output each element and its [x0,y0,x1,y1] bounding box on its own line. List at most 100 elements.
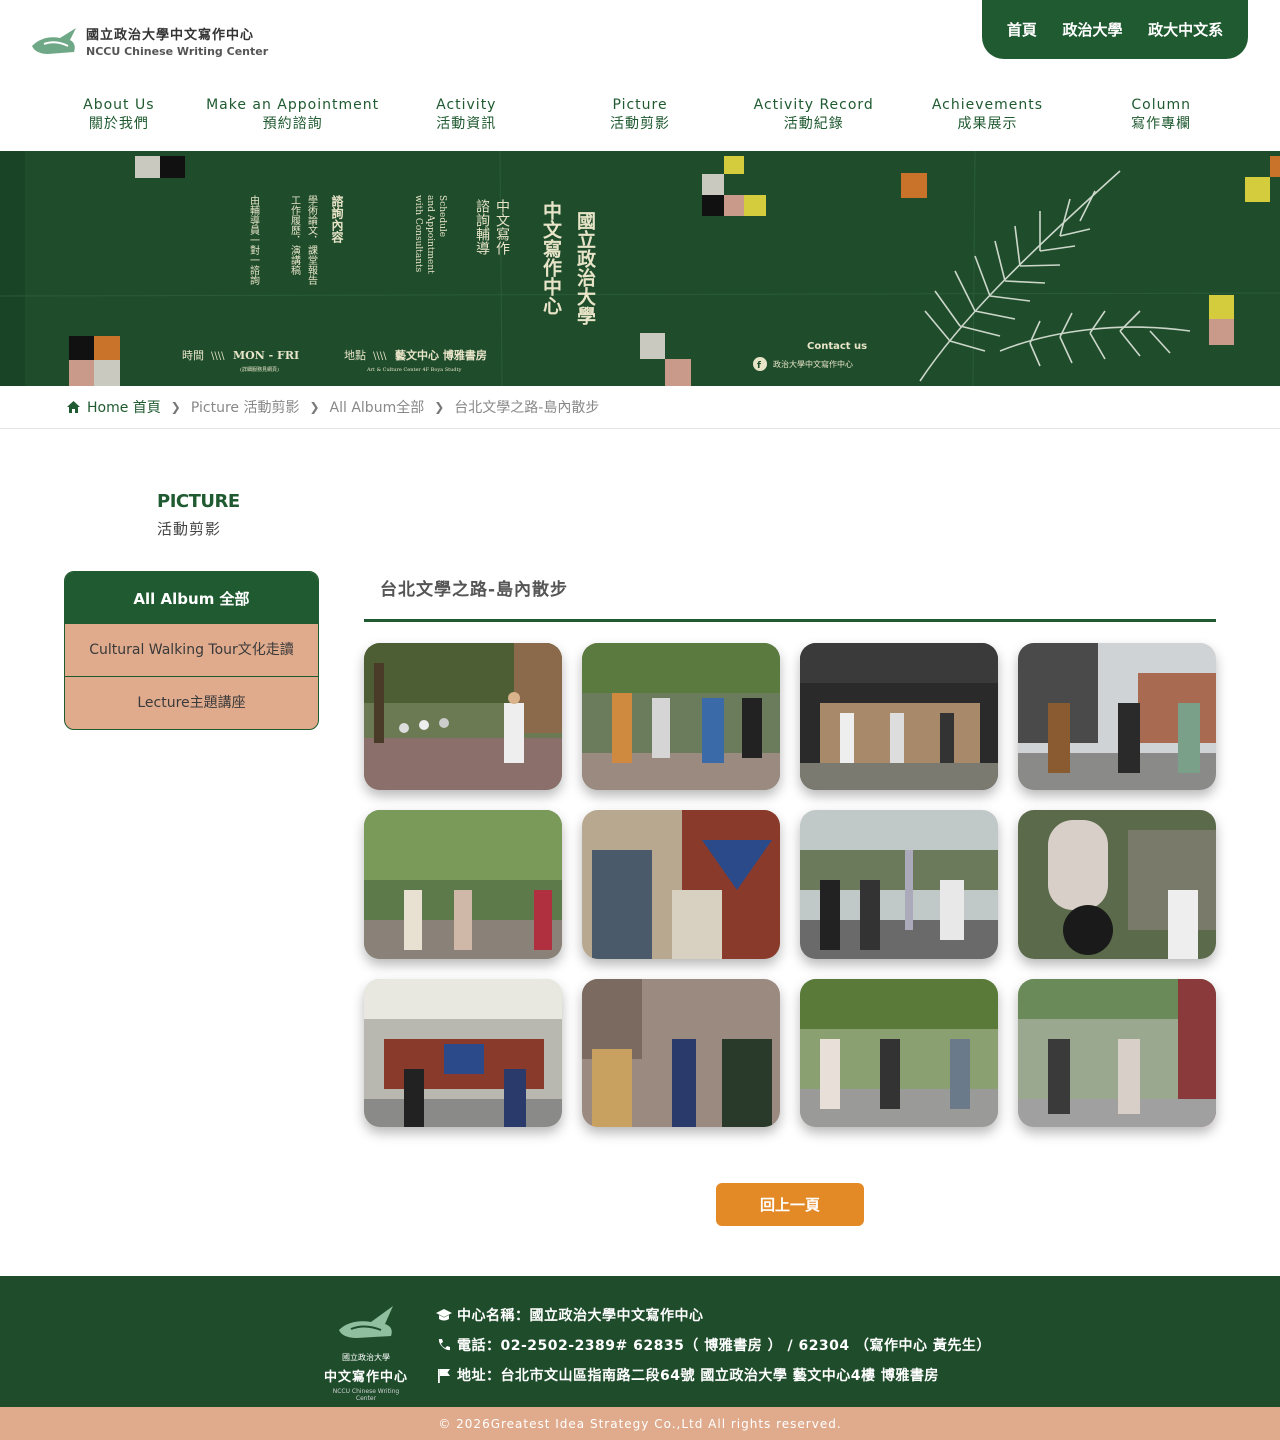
banner-place-value: 藝文中心 博雅書房 [395,348,487,362]
nav-activity-record[interactable]: Activity Record 活動紀錄 [727,96,901,134]
breadcrumb-home[interactable]: Home 首頁 [66,397,161,417]
album-photo[interactable] [1018,643,1216,790]
chevron-right-icon: ❯ [309,400,320,414]
nav-column[interactable]: Column 寫作專欄 [1074,96,1248,134]
graduation-cap-icon [434,1308,454,1322]
album-sidebar: All Album 全部 Cultural Walking Tour文化走讀 L… [64,571,319,730]
album-photo[interactable] [582,979,780,1127]
back-button[interactable]: 回上一頁 [716,1183,864,1226]
flag-icon [434,1368,454,1383]
nav-activity[interactable]: Activity 活動資訊 [379,96,553,134]
nav-achievements[interactable]: Achievements 成果展示 [901,96,1075,134]
banner-title-2: 中文寫作中心 [540,200,562,315]
breadcrumb-home-label: Home 首頁 [87,400,161,416]
logo-bird-icon [30,24,80,58]
nav-label-zh: 活動剪影 [610,116,671,132]
banner-content-3: 由輔導員一對一諮詢 [248,194,260,286]
nav-label-en: Make an Appointment [206,97,380,113]
logo-title-zh: 國立政治大學中文寫作中心 [86,28,255,43]
section-title-en: PICTURE [157,491,240,512]
footer-logo[interactable]: 國立政治大學 中文寫作中心 NCCU Chinese Writing Cente… [322,1302,410,1402]
banner-place-label: 地點 [344,349,366,362]
banner-time-label: 時間 [182,349,204,362]
nav-label-en: About Us [83,97,155,113]
svg-text:\\\\: \\\\ [373,351,387,362]
banner-time-note: (詳細服務見網頁) [240,366,279,373]
footer-phone: 電話：02-2502-2389# 62835（ 博雅書房 ） / 62304 （… [457,1338,991,1354]
chevron-right-icon: ❯ [434,400,445,414]
banner-title-1: 國立政治大學 [574,211,596,326]
nav-label-en: Activity [436,97,497,113]
banner-place-en: Art & Culture Center 4F Boya Studty [366,367,462,373]
nav-label-zh: 成果展示 [957,116,1018,132]
sidebar-item-lecture[interactable]: Lecture主題講座 [65,676,318,729]
site-logo[interactable]: 國立政治大學中文寫作中心 NCCU Chinese Writing Center [30,24,268,58]
album-photo[interactable] [364,979,562,1127]
album-photo[interactable] [800,979,998,1127]
main-nav: About Us 關於我們 Make an Appointment 預約諮詢 Act… [32,96,1248,134]
banner-content-2: 工作履歷．演講稿 [289,195,301,276]
sidebar-item-walking-tour[interactable]: Cultural Walking Tour文化走讀 [65,624,318,676]
banner-content-1: 學術論文．課堂報告 [306,194,318,286]
nav-label-en: Picture [612,97,668,113]
nav-about[interactable]: About Us 關於我們 [32,96,206,134]
logo-title-en: NCCU Chinese Writing Center [86,45,269,58]
banner-sub-2: 諮詢輔導 [474,198,490,255]
album-photo[interactable] [800,643,998,790]
banner-sub-1: 中文寫作 [494,199,510,255]
footer-info: 中心名稱：國立政治大學中文寫作中心 電話：02-2502-2389# 62835… [434,1300,991,1390]
copyright: © 2026Greatest Idea Strategy Co.,Ltd All… [0,1407,1280,1440]
banner-contact-fb: 政治大學中文寫作中心 [773,359,853,369]
album-photo[interactable] [1018,979,1216,1127]
svg-text:\\\\: \\\\ [211,351,225,362]
top-link-chinese-dept[interactable]: 政大中文系 [1148,19,1223,40]
album-photo[interactable] [364,810,562,959]
banner-time-value: MON - FRI [233,349,299,362]
breadcrumb-current: 台北文學之路-島內散步 [454,400,600,416]
breadcrumb: Home 首頁 ❯ Picture 活動剪影 ❯ All Album全部 ❯ 台… [0,386,1280,429]
banner-en-2: and Appointment [425,195,435,274]
nav-label-zh: 關於我們 [88,116,149,132]
hero-banner: 國立政治大學 中文寫作中心 中文寫作 諮詢輔導 Schedule and App… [0,151,1280,386]
logo-bird-icon [339,1306,393,1338]
footer-logo-line3: NCCU Chinese Writing Center [332,1388,400,1402]
svg-text:f: f [757,361,761,371]
nav-label-zh: 寫作專欄 [1131,116,1192,132]
album-photo[interactable] [800,810,998,959]
nav-label-en: Activity Record [753,97,874,113]
album-photo[interactable] [582,643,780,790]
nav-label-zh: 活動資訊 [436,116,497,132]
chevron-right-icon: ❯ [170,400,181,414]
top-links: 首頁 政治大學 政大中文系 [982,0,1248,59]
album-photo[interactable] [364,643,562,790]
breadcrumb-all-album[interactable]: All Album全部 [330,397,425,417]
album-photo[interactable] [582,810,780,959]
section-title-zh: 活動剪影 [157,520,222,538]
site-header: 國立政治大學中文寫作中心 NCCU Chinese Writing Center… [0,0,1280,151]
footer-address: 地址：台北市文山區指南路二段64號 國立政治大學 藝文中心4樓 博雅書房 [457,1368,939,1384]
phone-icon [434,1338,454,1352]
banner-contact-label: Contact us [807,341,867,352]
nav-label-zh: 預約諮詢 [262,116,323,132]
album-photo[interactable] [1018,810,1216,959]
album-title: 台北文學之路-島內散步 [380,580,569,600]
footer-center-name: 中心名稱：國立政治大學中文寫作中心 [457,1308,704,1324]
home-icon [67,401,80,413]
banner-en-3: with Consultants [413,195,423,273]
site-footer: 國立政治大學 中文寫作中心 NCCU Chinese Writing Cente… [0,1276,1280,1407]
banner-en-1: Schedule [437,195,447,237]
nav-label-en: Achievements [931,97,1044,113]
breadcrumb-picture[interactable]: Picture 活動剪影 [191,397,300,417]
section-title: PICTURE 活動剪影 [157,491,240,539]
footer-logo-line1: 國立政治大學 [342,1353,390,1362]
nav-appointment[interactable]: Make an Appointment 預約諮詢 [206,96,380,134]
footer-logo-line2: 中文寫作中心 [323,1370,408,1385]
top-link-nccu[interactable]: 政治大學 [1062,19,1122,40]
sidebar-item-all-album[interactable]: All Album 全部 [65,572,318,624]
top-link-home[interactable]: 首頁 [1007,19,1037,40]
banner-content-title: 諮詢內容 [330,194,344,244]
nav-picture[interactable]: Picture 活動剪影 [553,96,727,134]
nav-label-en: Column [1131,97,1191,113]
nav-label-zh: 活動紀錄 [783,116,844,132]
album-divider [364,619,1216,622]
